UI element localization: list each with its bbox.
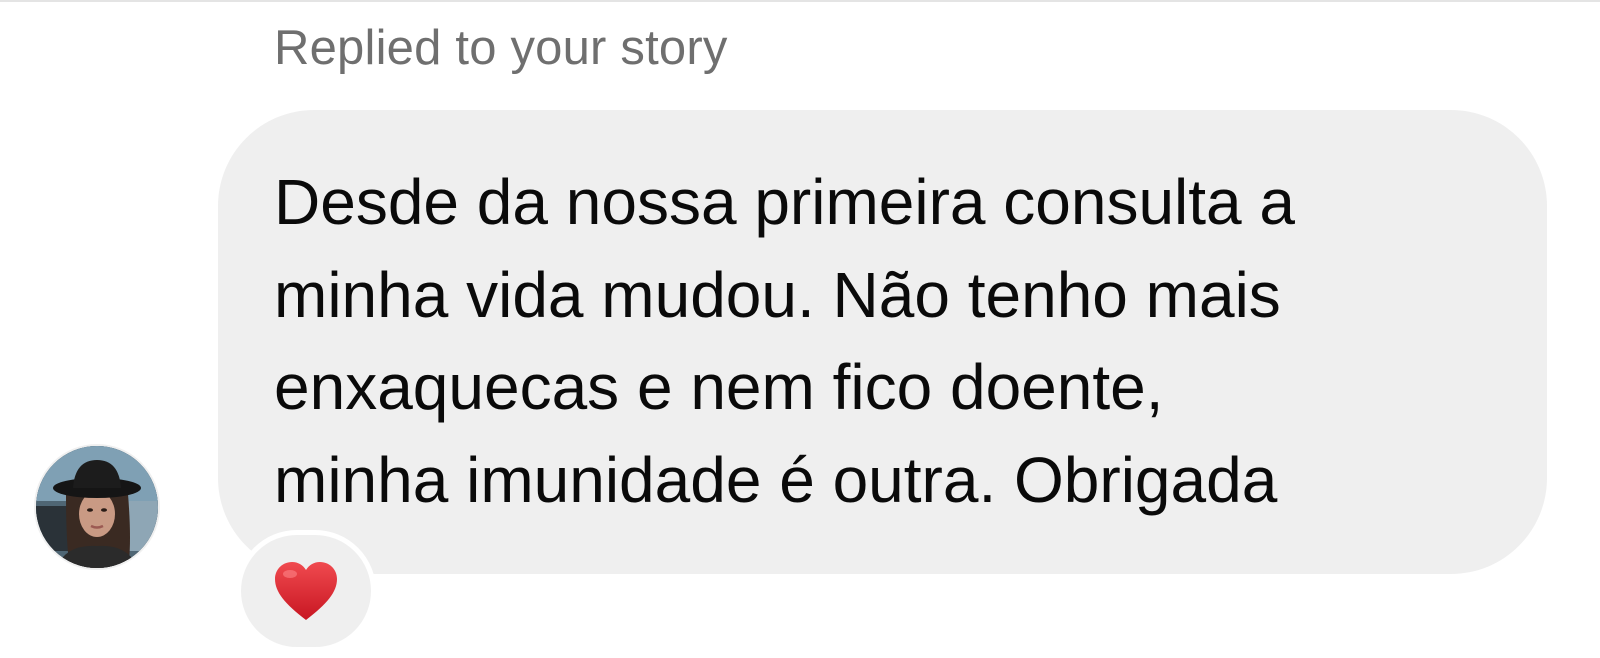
avatar-image: [36, 446, 158, 568]
reaction-badge[interactable]: [236, 530, 376, 652]
red-heart-icon: [275, 562, 337, 620]
message-line: minha imunidade é outra. Obrigada: [274, 443, 1278, 516]
story-reply-label: Replied to your story: [274, 21, 728, 75]
top-divider: [0, 0, 1600, 2]
message-line: Desde da nossa primeira consulta a: [274, 166, 1295, 238]
message-text: Desde da nossa primeira consulta a minha…: [274, 156, 1524, 526]
message-line: enxaquecas e nem fico doente,: [274, 351, 1164, 423]
dm-conversation: Replied to your story Desde da nossa pri…: [0, 0, 1600, 658]
sender-avatar[interactable]: [34, 444, 160, 570]
message-line: minha vida mudou. Não tenho mais: [274, 258, 1281, 331]
